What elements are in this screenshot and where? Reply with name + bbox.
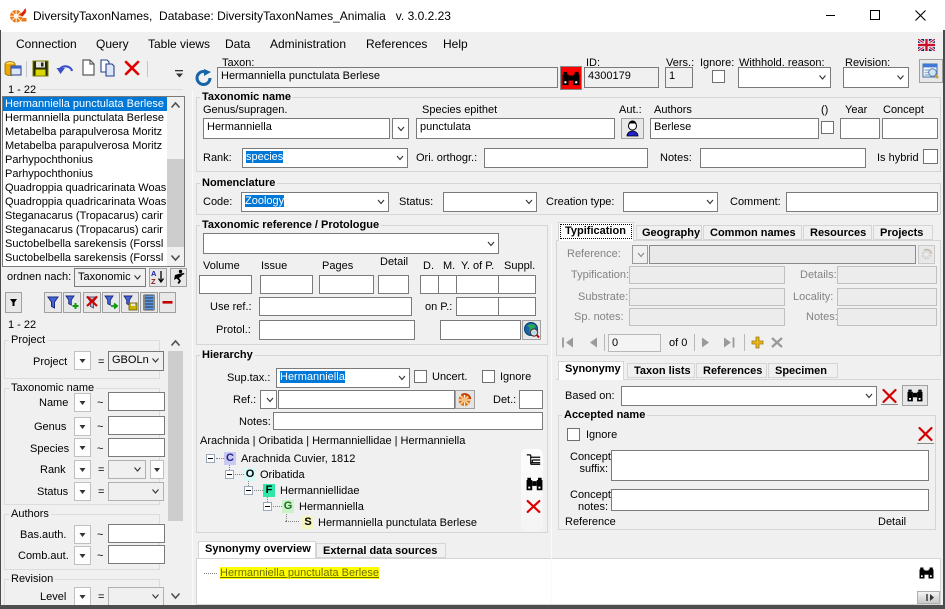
svg-text:Z: Z: [151, 277, 156, 286]
